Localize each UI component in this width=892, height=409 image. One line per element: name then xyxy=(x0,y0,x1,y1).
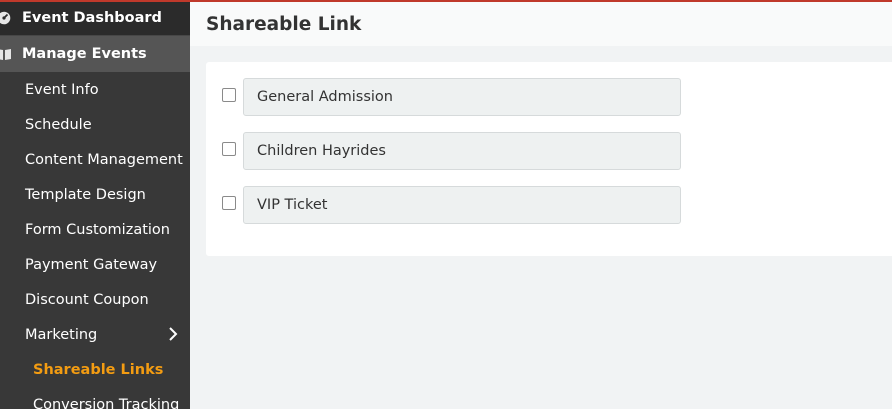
sidebar-subitem-shareable-links[interactable]: Shareable Links xyxy=(0,352,190,387)
sidebar-group-manage-events[interactable]: Manage Events xyxy=(0,36,190,72)
sidebar-item-label: Content Management xyxy=(25,151,183,168)
sidebar-group-label: Manage Events xyxy=(22,46,147,62)
sidebar-item-template-design[interactable]: Template Design xyxy=(0,177,190,212)
ticket-row: VIP Ticket xyxy=(222,186,682,224)
book-icon xyxy=(0,46,11,62)
sidebar-item-label: Event Info xyxy=(25,81,99,98)
sidebar-item-marketing[interactable]: Marketing xyxy=(0,317,190,352)
sidebar-item-payment-gateway[interactable]: Payment Gateway xyxy=(0,247,190,282)
sidebar-item-label: Template Design xyxy=(25,186,146,203)
chevron-right-icon xyxy=(168,327,178,345)
sidebar-item-form-customization[interactable]: Form Customization xyxy=(0,212,190,247)
page-header: Shareable Link xyxy=(190,2,892,46)
sidebar-item-label: Payment Gateway xyxy=(25,256,158,273)
sidebar-subitem-conversion-tracking[interactable]: Conversion Tracking xyxy=(0,387,190,409)
sidebar: Event Dashboard Manage Events Event Info… xyxy=(0,0,190,409)
ticket-name-field[interactable]: General Admission xyxy=(243,78,681,116)
ticket-checkbox[interactable] xyxy=(222,142,236,156)
ticket-row: Children Hayrides xyxy=(222,132,682,170)
page-title: Shareable Link xyxy=(206,13,362,35)
ticket-name-field[interactable]: VIP Ticket xyxy=(243,186,681,224)
sidebar-item-label: Discount Coupon xyxy=(25,291,149,308)
ticket-checkbox[interactable] xyxy=(222,196,236,210)
sidebar-group-event-dashboard[interactable]: Event Dashboard xyxy=(0,0,190,36)
top-accent-bar xyxy=(0,0,892,2)
dashboard-icon xyxy=(0,10,11,26)
sidebar-item-discount-coupon[interactable]: Discount Coupon xyxy=(0,282,190,317)
sidebar-item-label: Schedule xyxy=(25,116,92,133)
ticket-checkbox[interactable] xyxy=(222,88,236,102)
sidebar-subitem-label: Conversion Tracking xyxy=(33,396,180,409)
sidebar-item-content-management[interactable]: Content Management xyxy=(0,142,190,177)
ticket-row: General Admission xyxy=(222,78,682,116)
sidebar-item-label: Marketing xyxy=(25,326,98,343)
ticket-name-field[interactable]: Children Hayrides xyxy=(243,132,681,170)
sidebar-group-label: Event Dashboard xyxy=(22,9,162,26)
sidebar-item-event-info[interactable]: Event Info xyxy=(0,72,190,107)
sidebar-subitem-label: Shareable Links xyxy=(33,361,164,378)
ticket-list-card: General Admission Children Hayrides VIP … xyxy=(206,62,892,256)
sidebar-item-schedule[interactable]: Schedule xyxy=(0,107,190,142)
sidebar-item-label: Form Customization xyxy=(25,221,170,238)
